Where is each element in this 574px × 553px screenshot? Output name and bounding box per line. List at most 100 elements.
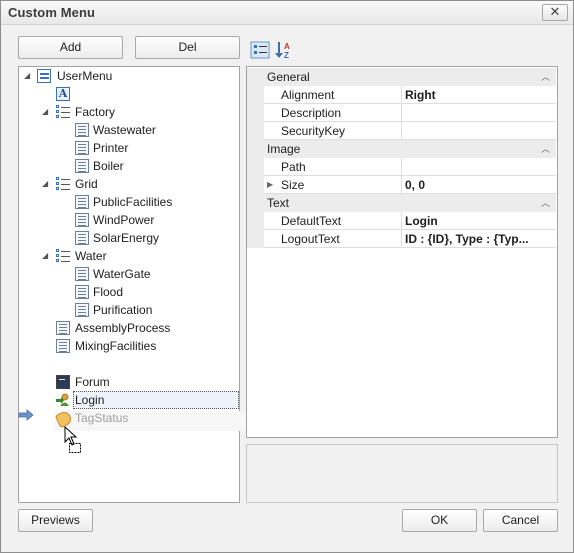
categorized-icon [250,41,270,59]
property-name: Description [264,104,402,122]
ok-button[interactable]: OK [402,509,477,532]
page-icon [75,123,89,137]
add-button-label: Add [59,40,82,54]
tree-node-watergate[interactable]: WaterGate [19,265,239,283]
property-value[interactable]: ID : {ID}, Type : {Typ... [402,230,556,248]
del-button[interactable]: Del [135,36,240,59]
custom-menu-dialog: Custom Menu ✕ Add Del A Z ◢ UserMenu A ◢… [0,0,574,553]
property-row-path[interactable]: Path [247,158,556,176]
property-row-logouttext[interactable]: LogoutText ID : {ID}, Type : {Typ... [247,230,556,248]
tree-node-wastewater[interactable]: Wastewater [19,121,239,139]
category-text[interactable]: Text ︿ [247,194,556,212]
row-gutter [247,158,264,176]
cancel-button-label: Cancel [501,513,540,527]
collapse-arrow-icon[interactable]: ◢ [24,67,33,85]
tree-node-usermenu[interactable]: ◢ UserMenu [19,67,239,85]
property-value[interactable] [402,104,556,122]
drag-ghost: TagStatus [18,409,258,432]
drag-cursor-icon [64,425,84,457]
group-list-icon [56,105,70,119]
row-gutter [247,230,264,248]
tree-node-grid[interactable]: ◢ Grid [19,175,239,193]
tree-node-text-item[interactable]: A [19,85,239,103]
property-value[interactable]: Right [402,86,556,104]
ok-button-label: OK [430,513,449,527]
tree-node-login[interactable]: Login [19,391,239,409]
property-value[interactable] [402,158,556,176]
collapse-arrow-icon[interactable]: ◢ [42,103,51,121]
row-gutter [247,104,264,122]
add-button[interactable]: Add [18,36,123,59]
tree-node-windpower[interactable]: WindPower [19,211,239,229]
close-button[interactable]: ✕ [542,4,568,21]
property-value[interactable] [402,122,556,140]
tree-node-assemblyprocess[interactable]: AssemblyProcess [19,319,239,337]
login-user-icon [56,393,70,407]
tree-node-label: Wastewater [93,123,156,137]
description-panel [246,444,558,503]
property-value[interactable]: Login [402,212,556,230]
tree-node-label: Boiler [93,159,124,173]
previews-button[interactable]: Previews [18,509,93,532]
tree-node-printer[interactable]: Printer [19,139,239,157]
category-image[interactable]: Image ︿ [247,140,556,158]
property-row-size[interactable]: Size ▶ 0, 0 [247,176,556,194]
tree-node-label: Login [75,393,105,407]
category-general[interactable]: General ︿ [247,68,556,86]
property-value[interactable]: 0, 0 [402,176,556,194]
page-icon [56,321,70,335]
tree-node-label: PublicFacilities [93,195,173,209]
page-icon [75,285,89,299]
page-icon [75,141,89,155]
tree-node-publicfacilities[interactable]: PublicFacilities [19,193,239,211]
tree-node-label: WaterGate [93,267,151,281]
page-icon [75,267,89,281]
menu-tree[interactable]: ◢ UserMenu A ◢ Factory Wastewater Printe… [18,66,240,503]
tree-node-label: Grid [75,177,98,191]
tree-node-mixingfacilities[interactable]: MixingFacilities [19,337,239,355]
collapse-chevron-icon[interactable]: ︿ [541,140,550,158]
menu-root-icon [37,69,51,83]
tree-node-forum[interactable]: Forum [19,373,239,391]
sort-az-icon: A Z [275,42,290,60]
collapse-arrow-icon[interactable]: ◢ [42,247,51,265]
expand-arrow-icon[interactable]: ▶ [267,176,273,194]
title-bar: Custom Menu ✕ [1,1,573,25]
collapse-chevron-icon[interactable]: ︿ [541,68,550,86]
tree-node-boiler[interactable]: Boiler [19,157,239,175]
alphabetical-sort-button[interactable]: A Z [274,39,296,61]
tree-node-label: Printer [93,141,129,155]
property-name: Size [264,176,402,194]
row-gutter [247,122,264,140]
page-icon [75,231,89,245]
tree-node-label: AssemblyProcess [75,321,171,335]
row-gutter [247,176,264,194]
property-name: SecurityKey [264,122,402,140]
page-icon [56,339,70,353]
property-row-description[interactable]: Description [247,104,556,122]
font-icon: A [56,87,70,101]
tree-node-solarenergy[interactable]: SolarEnergy [19,229,239,247]
property-row-securitykey[interactable]: SecurityKey [247,122,556,140]
categorized-sort-button[interactable] [249,39,271,61]
drag-insert-arrow-icon [18,409,34,426]
tree-node-label: UserMenu [57,69,113,83]
tree-node-label: SolarEnergy [93,231,160,245]
group-list-icon [56,177,70,191]
tree-node-water[interactable]: ◢ Water [19,247,239,265]
tree-node-label: Purification [93,303,153,317]
previews-button-label: Previews [31,513,80,527]
tree-node-factory[interactable]: ◢ Factory [19,103,239,121]
tree-node-purification[interactable]: Purification [19,301,239,319]
property-grid[interactable]: General ︿ Alignment Right Description Se… [246,66,558,438]
property-name: Alignment [264,86,402,104]
collapse-arrow-icon[interactable]: ◢ [42,175,51,193]
property-row-defaulttext[interactable]: DefaultText Login [247,212,556,230]
property-name: Path [264,158,402,176]
tree-node-flood[interactable]: Flood [19,283,239,301]
tree-node-label: WindPower [93,213,155,227]
collapse-chevron-icon[interactable]: ︿ [541,194,550,212]
cancel-button[interactable]: Cancel [483,509,558,532]
category-label: General [267,70,310,84]
property-row-alignment[interactable]: Alignment Right [247,86,556,104]
